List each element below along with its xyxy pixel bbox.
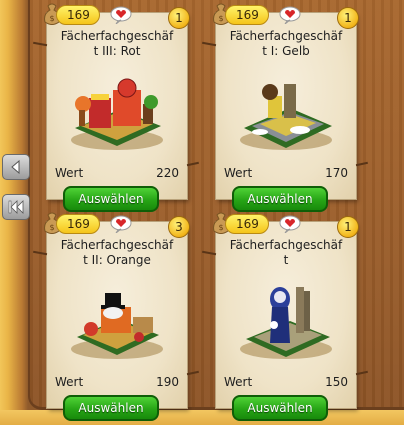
owned-count-badge: 3 (168, 216, 190, 238)
first-page-button[interactable] (2, 194, 30, 220)
value-amount: 150 (325, 375, 348, 389)
select-button[interactable]: Auswählen (63, 395, 159, 421)
select-button[interactable]: Auswählen (63, 186, 159, 212)
shop-building-image (71, 78, 163, 150)
price-label: 169 (225, 5, 269, 25)
value-label: Wert (55, 375, 84, 389)
shop-card[interactable]: $ 169 1 Fächerfachgeschäf t I: Gelb Wert… (213, 3, 359, 212)
svg-text:$: $ (218, 223, 223, 232)
owned-count-badge: 1 (168, 7, 190, 29)
bottom-border (0, 410, 404, 425)
shop-card[interactable]: $ 169 1 Fächerfachgeschäf t Wert 150 Aus… (213, 212, 359, 421)
value-label: Wert (55, 166, 84, 180)
value-amount: 220 (156, 166, 179, 180)
heart-bubble-icon[interactable] (110, 215, 132, 233)
price-label: 169 (225, 214, 269, 234)
owned-count-badge: 1 (337, 7, 359, 29)
item-title-text: Fächerfachgeschäf t III: Rot (60, 29, 174, 58)
price-label: 169 (56, 5, 100, 25)
item-title: Fächerfachgeschäf t I: Gelb (216, 29, 356, 59)
heart-bubble-icon[interactable] (110, 6, 132, 24)
select-button[interactable]: Auswählen (232, 395, 328, 421)
shop-building-image (240, 287, 332, 359)
item-title-text: Fächerfachgeschäf t I: Gelb (229, 29, 343, 58)
owned-count-badge: 1 (337, 216, 359, 238)
item-title: Fächerfachgeschäf t II: Orange (47, 238, 187, 268)
svg-text:$: $ (218, 14, 223, 23)
value-label: Wert (224, 375, 253, 389)
prev-page-button[interactable] (2, 154, 30, 180)
heart-bubble-icon[interactable] (279, 215, 301, 233)
shop-building-image (240, 84, 332, 150)
svg-text:$: $ (49, 14, 54, 23)
heart-bubble-icon[interactable] (279, 6, 301, 24)
value-amount: 190 (156, 375, 179, 389)
price-label: 169 (56, 214, 100, 234)
item-title: Fächerfachgeschäf t III: Rot (47, 29, 187, 59)
arrow-left-icon (11, 159, 20, 175)
shop-building-image (71, 293, 163, 359)
shop-card[interactable]: $ 169 1 Fächerfachgeschäf t III: Rot Wer… (44, 3, 190, 212)
item-title-text: Fächerfachgeschäf t II: Orange (60, 238, 174, 267)
value-label: Wert (224, 166, 253, 180)
item-title: Fächerfachgeschäf t (216, 238, 356, 268)
double-arrow-left-icon (8, 200, 24, 214)
svg-text:$: $ (49, 223, 54, 232)
item-title-text: Fächerfachgeschäf t (229, 238, 343, 267)
shop-card[interactable]: $ 169 3 Fächerfachgeschäf t II: Orange W… (44, 212, 190, 421)
value-amount: 170 (325, 166, 348, 180)
select-button[interactable]: Auswählen (232, 186, 328, 212)
